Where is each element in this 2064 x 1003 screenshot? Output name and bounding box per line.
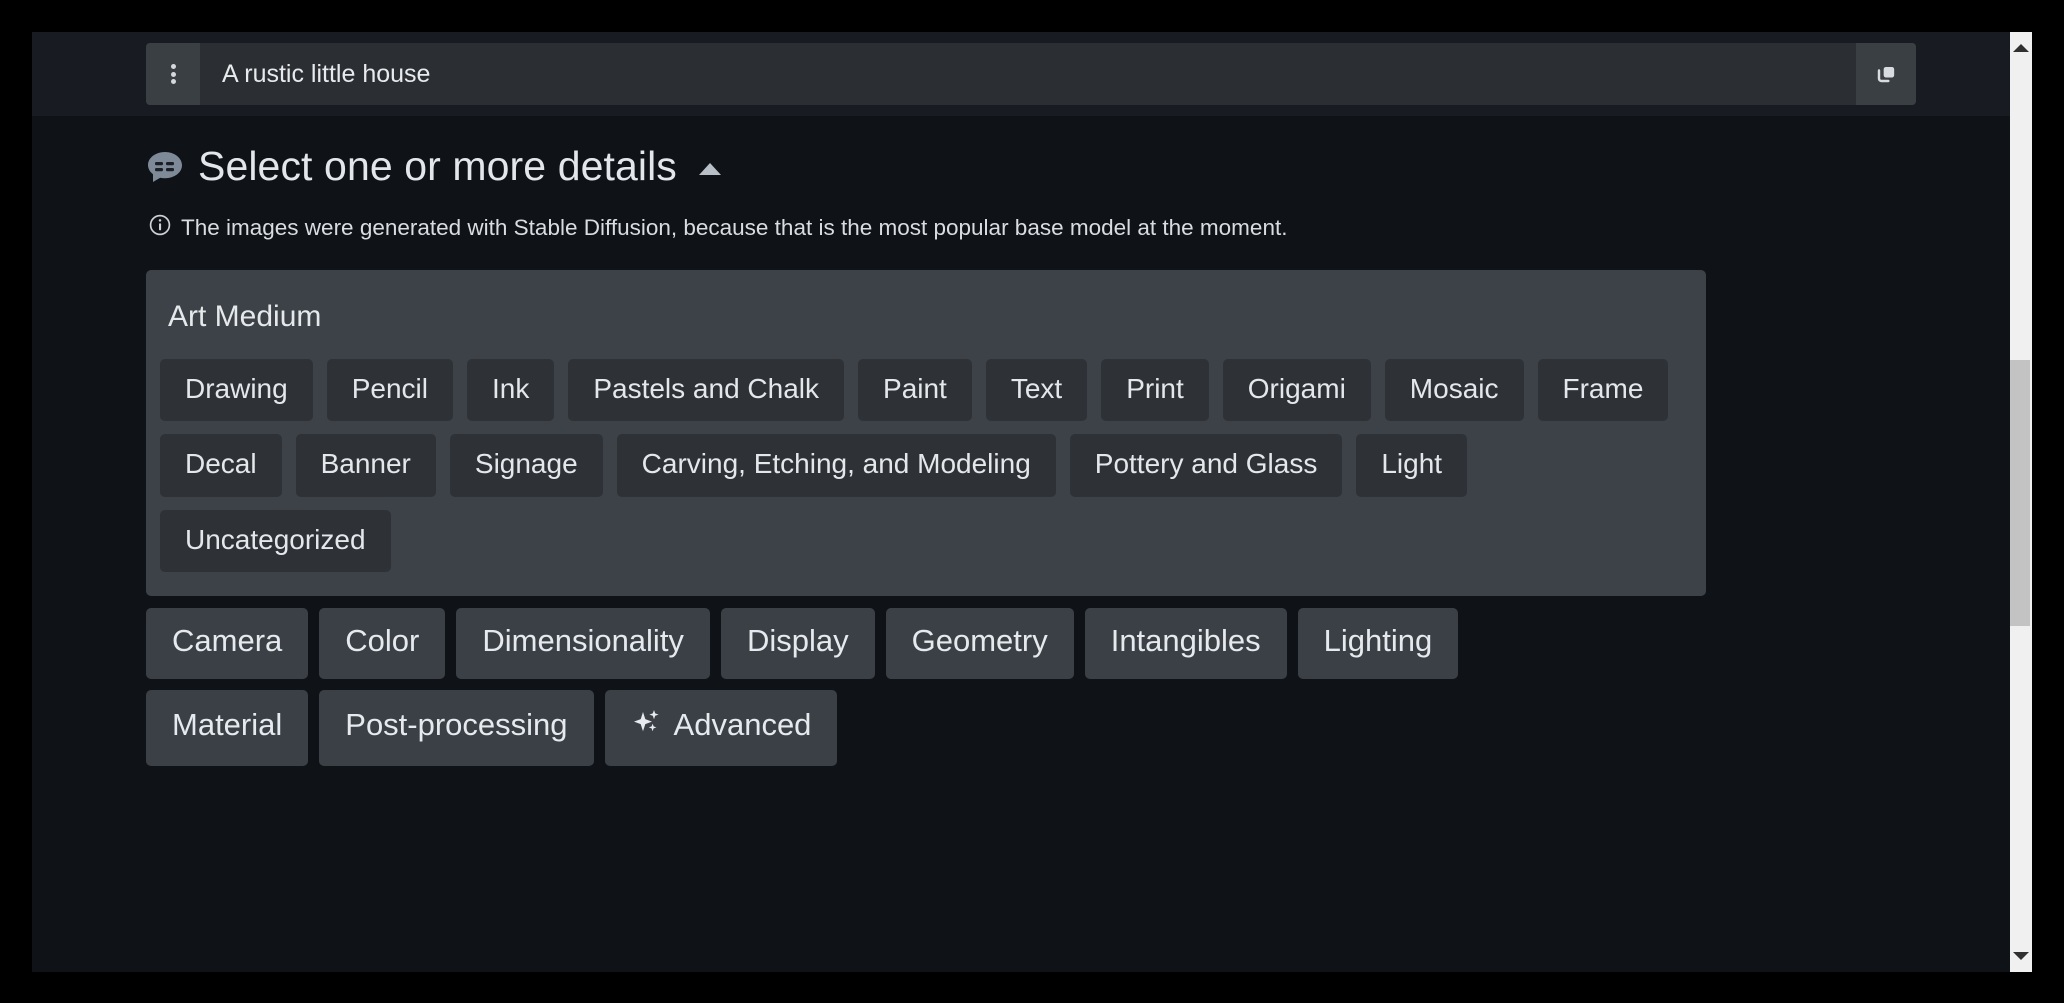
tab-dimensionality[interactable]: Dimensionality: [456, 608, 710, 679]
tab-label: Post-processing: [345, 708, 567, 743]
tab-camera[interactable]: Camera: [146, 608, 308, 679]
chip-banner[interactable]: Banner: [296, 434, 436, 496]
vertical-scrollbar[interactable]: [2010, 32, 2032, 972]
tab-post-processing[interactable]: Post-processing: [319, 690, 593, 766]
chip-frame[interactable]: Frame: [1538, 359, 1669, 421]
chip-signage[interactable]: Signage: [450, 434, 603, 496]
sparkles-icon: [631, 706, 663, 746]
chip-pottery-and-glass[interactable]: Pottery and Glass: [1070, 434, 1343, 496]
tab-color[interactable]: Color: [319, 608, 445, 679]
panel-title: Art Medium: [146, 290, 1706, 333]
info-circle-icon: [148, 213, 172, 242]
prompt-bar-container: [32, 32, 2010, 116]
app-window: Select one or more details The images we…: [32, 32, 2032, 972]
chip-text[interactable]: Text: [986, 359, 1087, 421]
chip-pastels-and-chalk[interactable]: Pastels and Chalk: [568, 359, 844, 421]
tab-lighting[interactable]: Lighting: [1298, 608, 1459, 679]
chip-print[interactable]: Print: [1101, 359, 1209, 421]
tab-advanced[interactable]: Advanced: [605, 690, 838, 766]
category-tabs: Camera Color Dimensionality Display Geom…: [32, 596, 1832, 765]
info-text: The images were generated with Stable Di…: [181, 215, 1287, 241]
info-notice: The images were generated with Stable Di…: [32, 187, 2010, 242]
kebab-menu-icon[interactable]: [146, 43, 200, 105]
kebab-dot-2: [171, 72, 176, 77]
kebab-dot-3: [171, 79, 176, 84]
chip-origami[interactable]: Origami: [1223, 359, 1371, 421]
scroll-up-triangle: [2013, 44, 2029, 52]
caret-up-icon[interactable]: [699, 163, 721, 175]
art-medium-panel: Art Medium Drawing Pencil Ink Pastels an…: [146, 270, 1706, 596]
section-header[interactable]: Select one or more details: [32, 116, 2010, 187]
chip-row: Drawing Pencil Ink Pastels and Chalk Pai…: [160, 359, 1706, 421]
chip-pencil[interactable]: Pencil: [327, 359, 453, 421]
prompt-input[interactable]: [200, 43, 1856, 105]
copy-icon[interactable]: [1856, 43, 1916, 105]
tab-intangibles[interactable]: Intangibles: [1085, 608, 1287, 679]
category-tab-row: Camera Color Dimensionality Display Geom…: [146, 608, 1832, 679]
tab-label: Display: [747, 624, 849, 659]
chip-mosaic[interactable]: Mosaic: [1385, 359, 1524, 421]
prompt-bar: [146, 43, 1916, 105]
chip-carving-etching-and-modeling[interactable]: Carving, Etching, and Modeling: [617, 434, 1056, 496]
tab-label: Intangibles: [1111, 624, 1261, 659]
chat-bubble-icon: [146, 150, 184, 184]
tab-label: Material: [172, 708, 282, 743]
scroll-down-arrow-icon[interactable]: [2010, 944, 2032, 968]
tab-label: Advanced: [674, 708, 812, 743]
page-title: Select one or more details: [198, 146, 677, 187]
content-area: Select one or more details The images we…: [32, 116, 2010, 972]
tab-geometry[interactable]: Geometry: [886, 608, 1074, 679]
kebab-dot-1: [171, 64, 176, 69]
scrollbar-thumb[interactable]: [2010, 360, 2030, 626]
category-tab-row: Material Post-processing Advanced: [146, 690, 1832, 766]
tab-material[interactable]: Material: [146, 690, 308, 766]
chip-ink[interactable]: Ink: [467, 359, 554, 421]
chip-row: Uncategorized: [160, 510, 1706, 572]
scroll-up-arrow-icon[interactable]: [2010, 36, 2032, 60]
tab-label: Lighting: [1324, 624, 1433, 659]
tab-label: Camera: [172, 624, 282, 659]
tab-display[interactable]: Display: [721, 608, 875, 679]
tab-label: Color: [345, 624, 419, 659]
chip-row: Decal Banner Signage Carving, Etching, a…: [160, 434, 1706, 496]
scrollbar-track[interactable]: [2010, 60, 2032, 944]
tab-label: Geometry: [912, 624, 1048, 659]
art-medium-chip-list: Drawing Pencil Ink Pastels and Chalk Pai…: [146, 333, 1706, 572]
chip-light[interactable]: Light: [1356, 434, 1467, 496]
tab-label: Dimensionality: [482, 624, 684, 659]
chip-drawing[interactable]: Drawing: [160, 359, 313, 421]
scroll-down-triangle: [2013, 952, 2029, 960]
chip-uncategorized[interactable]: Uncategorized: [160, 510, 391, 572]
chip-decal[interactable]: Decal: [160, 434, 282, 496]
chip-paint[interactable]: Paint: [858, 359, 972, 421]
